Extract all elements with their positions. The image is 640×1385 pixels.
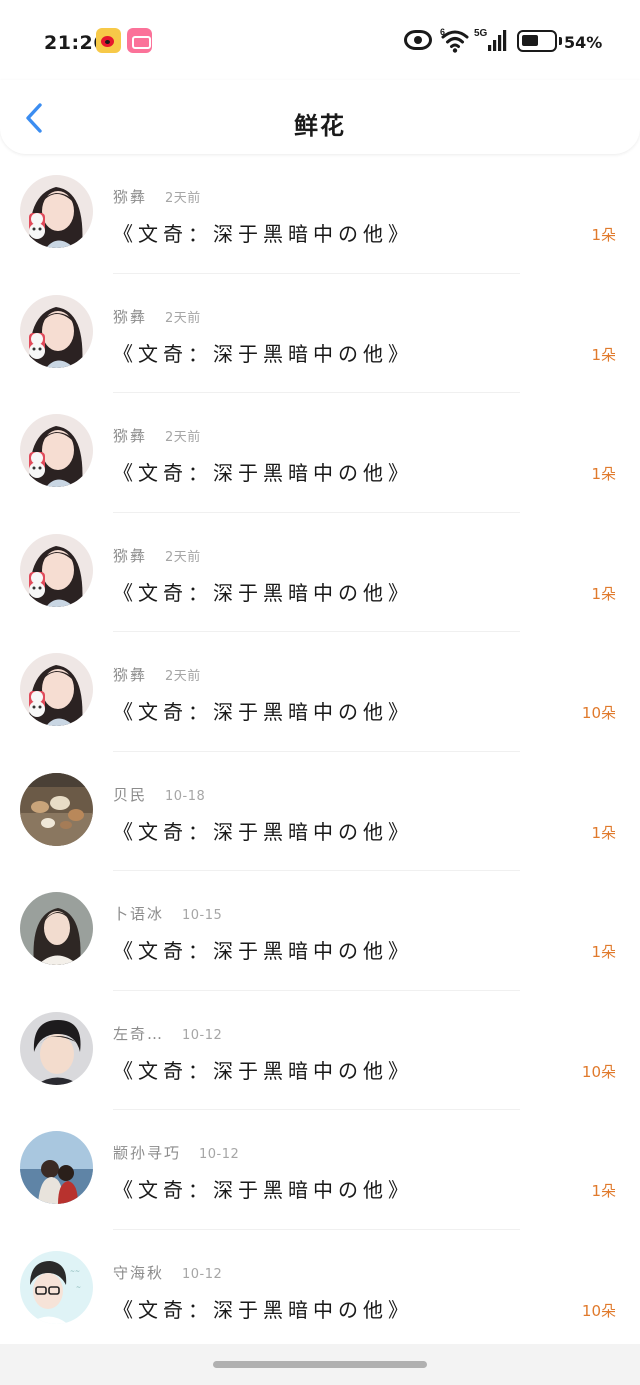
- nav-header: 鲜花: [0, 80, 640, 154]
- time-ago: 2天前: [165, 310, 201, 326]
- user-name-text: 猕彝: [113, 188, 148, 206]
- user-name-text: 卜语冰: [113, 905, 165, 923]
- flower-count: 1朵: [591, 226, 616, 244]
- flower-count: 1朵: [591, 584, 616, 603]
- avatar[interactable]: [20, 294, 93, 368]
- svg-text:~: ~: [76, 1284, 81, 1291]
- list-item[interactable]: 贝民 10-18 《文奇：深于黑暗中の他》 1朵: [0, 752, 640, 871]
- user-name[interactable]: 猕彝 2天前: [113, 425, 201, 446]
- list-item[interactable]: 猕彝 2天前《文奇：深于黑暗中の他》 1朵: [0, 154, 640, 274]
- flower-count: 10朵: [581, 1301, 616, 1320]
- network-label: 5G: [474, 28, 488, 39]
- user-name-text: 猕彝: [113, 666, 148, 684]
- book-title: 《文奇：深于黑暗中の他》: [113, 580, 413, 605]
- avatar[interactable]: [20, 653, 93, 726]
- avatar[interactable]: [20, 1131, 93, 1204]
- gift-list[interactable]: 猕彝 2天前 《文奇：深于黑暗中の他》 1朵 猕彝 2天前 《文奇：深于黑暗中の他》 1朵 猕彝…: [0, 154, 640, 1344]
- avatar[interactable]: [20, 772, 93, 846]
- book-title: 《文奇：深于黑暗中の他》: [113, 819, 413, 844]
- book-title: 《文奇：深于黑暗中の他》: [113, 1297, 413, 1322]
- user-name[interactable]: 守海秋 10-12: [113, 1262, 222, 1283]
- avatar-glasses-icon: ~~~: [20, 1250, 93, 1324]
- user-name[interactable]: 贝民 10-18: [113, 784, 205, 805]
- user-name-text: 守海秋: [113, 1263, 165, 1282]
- avatar-girl-icon: [20, 294, 93, 368]
- flower-count: 1朵: [591, 823, 616, 842]
- user-name-text: 猕彝: [113, 546, 148, 565]
- time-ago: 10-18: [165, 788, 206, 804]
- time-ago: 2天前: [165, 549, 201, 565]
- avatar-couple-icon: [20, 1131, 93, 1204]
- flower-count: 1朵: [591, 465, 616, 483]
- home-indicator[interactable]: [213, 1361, 427, 1368]
- book-title: 《文奇：深于黑暗中の他》: [113, 341, 413, 366]
- list-item[interactable]: 猕彝 2天前《文奇：深于黑暗中の他》 1朵: [0, 393, 640, 513]
- user-name-text: 贝民: [113, 785, 148, 804]
- avatar[interactable]: [20, 1011, 93, 1085]
- avatar-shells-icon: [20, 772, 93, 846]
- flower-count: 1朵: [591, 1182, 616, 1200]
- avatar-girl-icon: [20, 175, 93, 248]
- status-bar: 21:26 6 5G 54%: [0, 0, 640, 80]
- time-ago: 10-15: [182, 908, 223, 923]
- avatar-girl-icon: [20, 533, 93, 607]
- list-item[interactable]: 颛孙寻巧 10-12 《文奇：深于黑暗中の他》 1朵: [0, 1110, 640, 1230]
- flower-count: 1朵: [591, 345, 616, 364]
- wifi-badge: 6: [440, 27, 445, 37]
- avatar-boy-icon: [20, 1011, 93, 1085]
- flower-count: 10朵: [581, 704, 616, 722]
- battery-icon: [517, 30, 562, 52]
- book-title: 《文奇：深于黑暗中の他》: [113, 461, 413, 485]
- avatar[interactable]: ~~ ~: [20, 1250, 93, 1324]
- user-name[interactable]: 猕彝 2天前: [113, 306, 201, 327]
- list-item[interactable]: 左奇… 10-12 《文奇：深于黑暗中の他》 10朵: [0, 991, 640, 1110]
- user-name-text: 左奇…: [113, 1024, 165, 1043]
- wifi-icon: 6: [440, 27, 469, 53]
- book-title: 《文奇：深于黑暗中の他》: [113, 1058, 413, 1083]
- time-ago: 10-12: [182, 1266, 223, 1282]
- book-title: 《文奇：深于黑暗中の他》: [113, 939, 413, 963]
- avatar[interactable]: [20, 892, 93, 965]
- book-title: 《文奇：深于黑暗中の他》: [113, 1178, 413, 1202]
- user-name-text: 颛孙寻巧: [113, 1144, 182, 1162]
- time-ago: 2天前: [165, 191, 201, 206]
- avatar-woman-icon: [20, 892, 93, 965]
- user-name[interactable]: 猕彝 2天前: [113, 545, 201, 566]
- avatar[interactable]: [20, 414, 93, 487]
- weibo-icon: [96, 28, 121, 53]
- user-name[interactable]: 猕彝 2天前: [113, 664, 201, 685]
- book-title: 《文奇：深于黑暗中の他》: [113, 700, 413, 724]
- list-item[interactable]: 猕彝 2天前《文奇：深于黑暗中の他》 1朵: [0, 274, 640, 393]
- avatar[interactable]: [20, 533, 93, 607]
- avatar-girl-icon: [20, 414, 93, 487]
- time-ago: 10-12: [182, 1027, 223, 1043]
- list-item[interactable]: ~~ ~ 守海秋 10-12 《文奇：深于黑暗中の他》 10朵: [0, 1230, 640, 1345]
- time-ago: 2天前: [165, 430, 201, 445]
- bilibili-icon: [127, 28, 152, 53]
- user-name[interactable]: 左奇… 10-12: [113, 1023, 222, 1044]
- bottom-bar: [0, 1344, 640, 1385]
- user-name-text: 猕彝: [113, 307, 148, 326]
- user-name[interactable]: 卜语冰 10-15: [113, 903, 222, 924]
- eye-icon: [404, 30, 432, 50]
- book-title: 《文奇：深于黑暗中の他》: [113, 222, 413, 246]
- user-name[interactable]: 颛孙寻巧 10-12: [113, 1142, 239, 1163]
- page-title: 鲜花: [294, 112, 346, 140]
- list-item[interactable]: 卜语冰 10-15 《文奇：深于黑暗中の他》 1朵: [0, 871, 640, 991]
- battery-percent: 54%: [564, 33, 603, 52]
- flower-count: 10朵: [581, 1062, 616, 1081]
- user-name[interactable]: 猕彝 2天前: [113, 186, 201, 207]
- flower-count: 1朵: [591, 943, 616, 961]
- list-item[interactable]: 猕彝 2天前《文奇：深于黑暗中の他》 1朵: [0, 513, 640, 632]
- time-ago: 2天前: [165, 669, 201, 684]
- svg-text:~~: ~~: [70, 1268, 80, 1275]
- battery-fill: [522, 35, 538, 46]
- signal-icon: 5G: [474, 28, 507, 51]
- list-item[interactable]: 猕彝 2天前《文奇：深于黑暗中の他》 10朵: [0, 632, 640, 752]
- user-name-text: 猕彝: [113, 427, 148, 445]
- avatar-girl-icon: [20, 653, 93, 726]
- avatar[interactable]: [20, 175, 93, 248]
- time-ago: 10-12: [199, 1147, 240, 1162]
